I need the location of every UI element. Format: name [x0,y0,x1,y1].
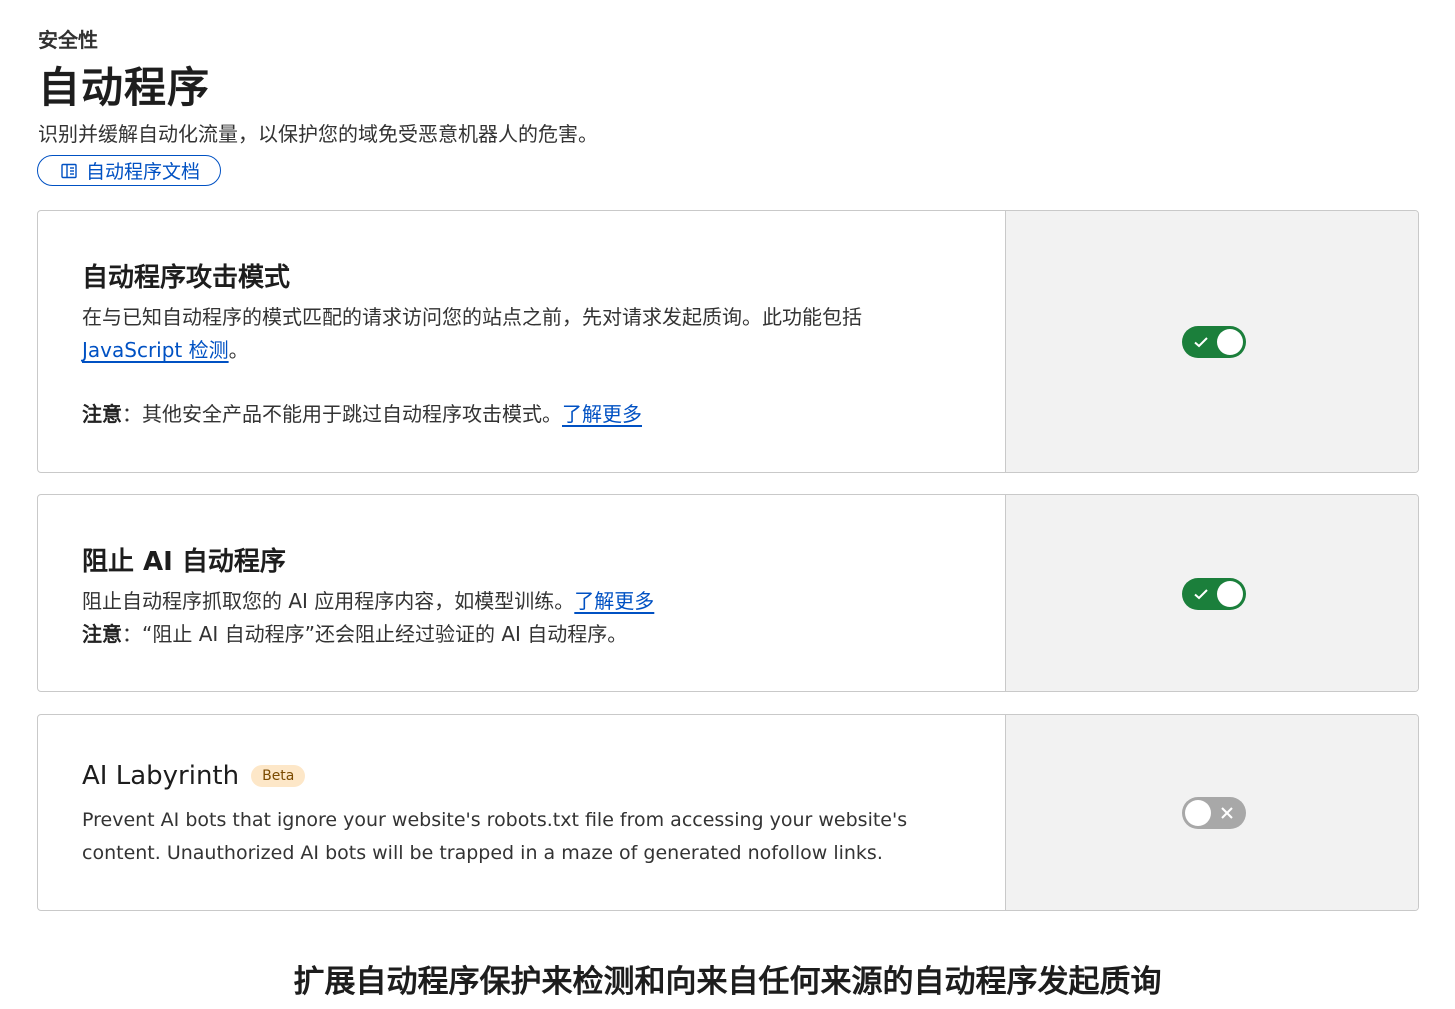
docs-button[interactable]: 自动程序文档 [37,155,222,186]
card-title: AI Labyrinth Beta [82,761,306,791]
section-heading: 扩展自动程序保护来检测和向来自任何来源的自动程序发起质询 [293,964,1162,1000]
card-content: AI Labyrinth Beta Prevent AI bots that i… [38,715,1005,910]
card-title: 阻止 AI 自动程序 [82,547,286,577]
breadcrumb: 安全性 [38,28,98,52]
ai-labyrinth-card: AI Labyrinth Beta Prevent AI bots that i… [37,714,1419,911]
learn-more-link[interactable]: 了解更多 [574,589,654,613]
toggle-knob [1185,800,1211,826]
book-icon [60,162,78,180]
card-content: 阻止 AI 自动程序 阻止自动程序抓取您的 AI 应用程序内容，如模型训练。了解… [38,495,1005,691]
check-icon [1194,589,1208,600]
card-control-panel [1005,715,1418,910]
block-ai-bots-card: 阻止 AI 自动程序 阻止自动程序抓取您的 AI 应用程序内容，如模型训练。了解… [37,494,1419,692]
learn-more-link[interactable]: 了解更多 [562,402,642,426]
card-note: 注意：“阻止 AI 自动程序”还会阻止经过验证的 AI 自动程序。 [82,622,628,646]
check-icon [1194,337,1208,348]
x-icon [1221,807,1233,819]
card-description: 在与已知自动程序的模式匹配的请求访问您的站点之前，先对请求发起质询。此功能包括 … [82,305,862,362]
card-description: Prevent AI bots that ignore your website… [82,809,908,864]
toggle-knob [1217,581,1243,607]
card-title: 自动程序攻击模式 [82,263,291,293]
ai-labyrinth-toggle[interactable] [1182,797,1246,829]
card-note: 注意：其他安全产品不能用于跳过自动程序攻击模式。了解更多 [82,402,642,426]
card-content: 自动程序攻击模式 在与已知自动程序的模式匹配的请求访问您的站点之前，先对请求发起… [38,211,1005,472]
page-subtitle: 识别并缓解自动化流量，以保护您的域免受恶意机器人的危害。 [38,122,598,146]
toggle-knob [1217,329,1243,355]
javascript-detection-link[interactable]: JavaScript 检测 [82,338,229,362]
card-control-panel [1005,495,1418,691]
bot-fight-mode-card: 自动程序攻击模式 在与已知自动程序的模式匹配的请求访问您的站点之前，先对请求发起… [37,210,1419,473]
bot-fight-mode-toggle[interactable] [1182,326,1246,358]
block-ai-bots-toggle[interactable] [1182,578,1246,610]
card-control-panel [1005,211,1418,472]
beta-badge: Beta [251,765,306,787]
page-title: 自动程序 [38,63,211,112]
docs-button-label: 自动程序文档 [86,161,201,183]
card-description: 阻止自动程序抓取您的 AI 应用程序内容，如模型训练。了解更多 [82,589,655,613]
